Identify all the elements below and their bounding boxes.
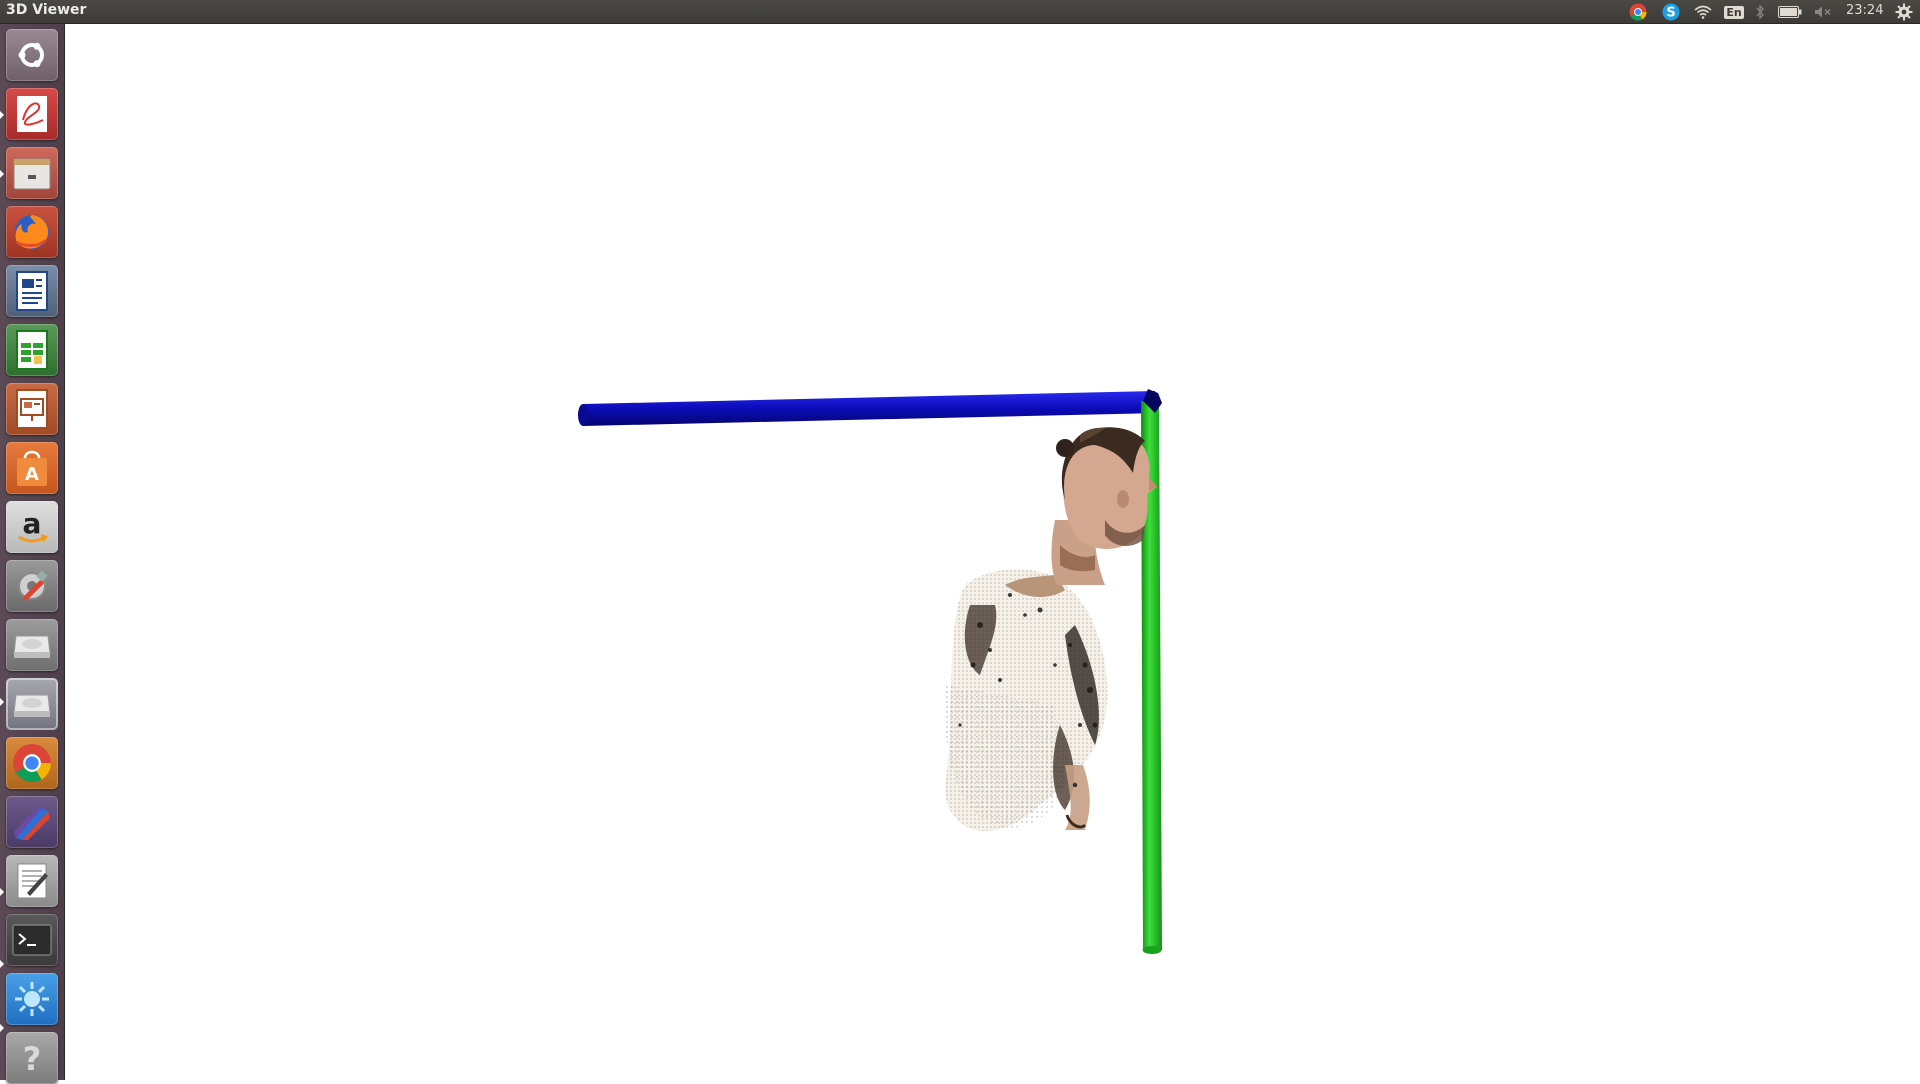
launcher-item-files[interactable] (6, 147, 58, 199)
top-panel: 3D Viewer S En 23:24 (0, 0, 1920, 24)
wifi-icon[interactable] (1692, 2, 1714, 22)
sun-icon (15, 982, 49, 1016)
hard-drive-icon (13, 635, 51, 658)
point-cloud-human-bust[interactable] (944, 427, 1157, 832)
clock[interactable]: 23:24 (1846, 3, 1883, 18)
launcher-item-sun-app[interactable] (6, 973, 58, 1025)
file-cabinet-icon (13, 158, 51, 190)
launcher-item-firefox[interactable] (6, 206, 58, 258)
3d-viewport[interactable] (65, 25, 1920, 1080)
help-icon: ? (23, 1040, 42, 1078)
text-editor-icon (17, 863, 48, 899)
svg-text:?: ? (23, 1040, 42, 1078)
shopping-bag-icon: A (17, 450, 47, 486)
running-indicator (0, 960, 4, 968)
launcher-item-software-center[interactable]: A (6, 442, 58, 494)
ubuntu-logo-icon (18, 42, 44, 68)
running-indicator (0, 888, 4, 896)
paint-app-icon (14, 806, 50, 840)
hard-drive-icon (13, 694, 51, 717)
writer-document-icon (16, 271, 48, 311)
launcher-item-chrome[interactable] (6, 737, 58, 789)
running-indicator (0, 1024, 4, 1032)
keyboard-layout-icon[interactable]: En (1723, 2, 1745, 22)
running-indicator (0, 698, 4, 706)
launcher-item-writer[interactable] (6, 265, 58, 317)
chrome-icon (13, 744, 51, 783)
svg-text:S: S (1666, 6, 1675, 21)
battery-icon[interactable] (1776, 2, 1804, 22)
bluetooth-icon[interactable] (1752, 2, 1768, 22)
launcher-item-system-settings[interactable] (6, 560, 58, 612)
window-title: 3D Viewer (6, 2, 87, 18)
tools-gear-icon (18, 570, 48, 601)
volume-muted-icon[interactable] (1812, 2, 1834, 22)
launcher-item-terminal[interactable] (6, 914, 58, 966)
launcher-item-drive-1[interactable] (6, 619, 58, 671)
settings-gear-icon[interactable] (1894, 2, 1914, 22)
launcher: A a ? (0, 24, 65, 1084)
pdf-viewer-icon (17, 96, 47, 132)
svg-text:A: A (25, 464, 39, 485)
skype-icon[interactable]: S (1661, 2, 1681, 22)
spreadsheet-icon (16, 330, 48, 370)
terminal-icon (12, 924, 52, 956)
launcher-item-impress[interactable] (6, 383, 58, 435)
firefox-icon (15, 215, 49, 249)
svg-text:a: a (23, 507, 42, 540)
launcher-item-document-viewer[interactable] (6, 88, 58, 140)
running-indicator (0, 111, 4, 119)
x-axis-cylinder (578, 391, 1158, 426)
keyboard-layout-label: En (1724, 5, 1744, 19)
presentation-icon (16, 389, 48, 429)
launcher-item-text-editor[interactable] (6, 855, 58, 907)
launcher-item-drive-2[interactable] (6, 678, 58, 730)
chrome-icon[interactable] (1628, 2, 1648, 22)
3d-scene[interactable] (65, 25, 1920, 1080)
running-indicator (0, 170, 4, 178)
launcher-item-calc[interactable] (6, 324, 58, 376)
launcher-item-paint-app[interactable] (6, 796, 58, 848)
launcher-item-help[interactable]: ? (6, 1032, 58, 1084)
amazon-icon: a (18, 507, 48, 543)
launcher-item-amazon[interactable]: a (6, 501, 58, 553)
launcher-item-dash[interactable] (6, 29, 58, 81)
